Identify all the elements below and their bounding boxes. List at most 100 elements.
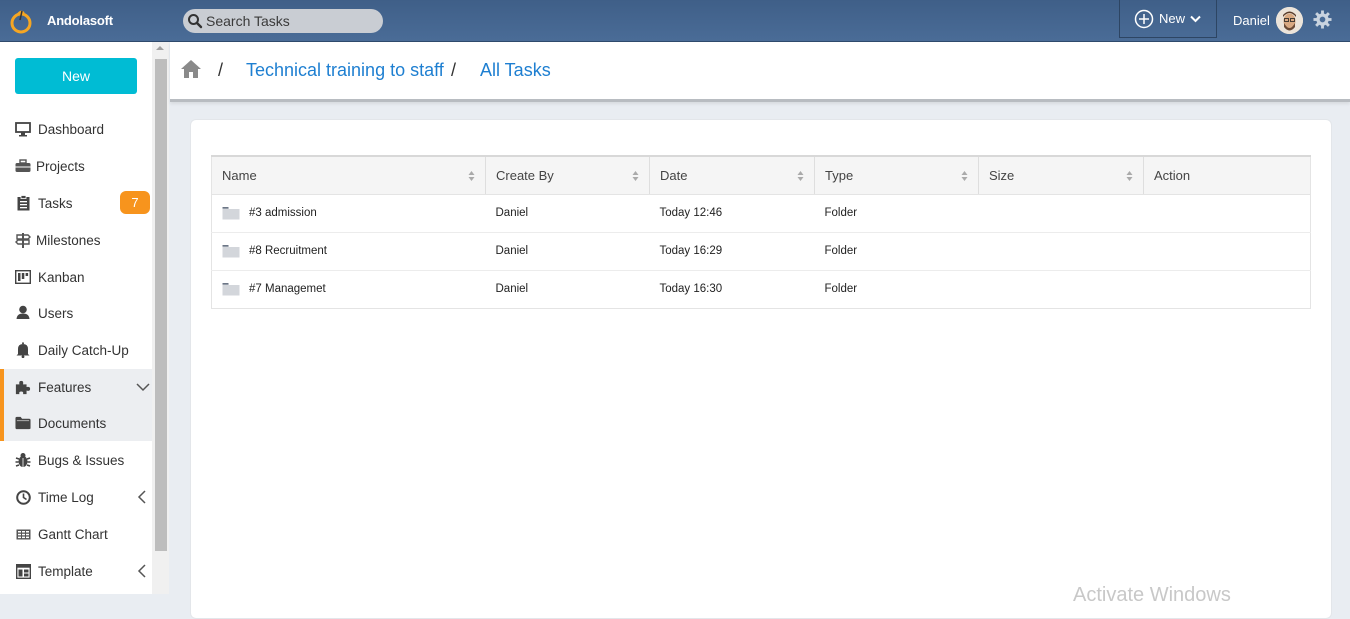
chevron-left-icon[interactable] [136,564,148,578]
cell-size [978,232,1144,271]
scroll-up-arrow-icon[interactable] [156,46,164,50]
column-label: Name [222,167,257,183]
search-box[interactable] [183,9,383,33]
sidebar-item-label: Kanban [38,269,85,285]
column-label: Action [1154,167,1191,183]
chevron-left-icon[interactable] [136,490,148,504]
kanban-icon [15,269,31,285]
template-icon [15,563,31,579]
home-icon[interactable] [180,59,202,79]
cell-size [979,270,1144,308]
folder-icon [222,283,240,296]
cell-date: Today 16:30 [659,283,723,295]
sidebar-item-dashboard[interactable]: Dashboard [0,111,152,147]
sidebar-item-label: Projects [36,158,85,174]
new-dropdown-button[interactable]: New [1119,0,1217,38]
column-header-type[interactable]: Type [814,156,979,195]
sidebar-item-bugs-issues[interactable]: Bugs & Issues [0,442,152,478]
breadcrumb: / Technical training to staff / All Task… [170,42,1350,102]
breadcrumb-project-link[interactable]: Technical training to staff [246,60,444,81]
sidebar-item-label: Dashboard [38,121,105,137]
sidebar-scrollbar[interactable] [152,42,169,594]
chevron-down-icon [1190,15,1201,22]
folder-icon [222,245,240,258]
column-header-size[interactable]: Size [978,156,1144,195]
sort-icon [797,171,804,181]
new-button[interactable]: New [15,58,137,94]
sidebar-item-template[interactable]: Template [0,553,152,589]
search-input[interactable] [206,13,376,29]
column-header-name[interactable]: Name [211,156,486,195]
sidebar-item-label: Time Log [38,489,94,505]
column-header-create-by[interactable]: Create By [485,156,650,195]
sidebar-item-gantt-chart[interactable]: Gantt Chart [0,516,152,552]
activate-windows-watermark: Activate Windows [1073,584,1231,606]
folder-name[interactable]: #3 admission [249,207,317,219]
search-icon [188,14,203,29]
gear-icon[interactable] [1313,10,1332,29]
brand-name[interactable]: Andolasoft [47,13,113,28]
cell-name[interactable]: #8 Recruitment [211,232,486,271]
sidebar-item-features[interactable]: Features [0,369,152,405]
folder-name[interactable]: #7 Managemet [249,283,326,295]
cell-date: Today 16:29 [649,232,815,271]
sidebar-item-projects[interactable]: Projects [0,148,152,184]
monitor-icon [15,121,31,137]
cell-name[interactable]: #3 admission [211,194,486,233]
tasks-count-badge: 7 [120,191,150,214]
sidebar-item-label: Bugs & Issues [38,452,125,468]
sidebar-item-users[interactable]: Users [0,295,152,331]
breadcrumb-all-tasks-link[interactable]: All Tasks [480,60,551,81]
column-header-action: Action [1143,156,1311,195]
sidebar-item-label: Users [38,305,74,321]
andolasoft-logo-icon[interactable] [8,8,34,34]
avatar[interactable] [1276,7,1303,34]
scrollbar-thumb[interactable] [155,59,167,551]
user-avatar-icon [1276,7,1303,34]
sidebar-item-kanban[interactable]: Kanban [0,259,152,295]
bug-icon [15,452,31,468]
cell-type: Folder [814,194,979,233]
sidebar-item-time-log[interactable]: Time Log [0,479,152,515]
user-name[interactable]: Daniel [1233,13,1270,28]
sidebar-item-documents[interactable]: Documents [0,405,152,441]
cell-action [1144,270,1311,308]
folder-icon [222,207,240,220]
sidebar-item-label: Daily Catch-Up [38,342,129,358]
sidebar-item-label: Milestones [36,232,101,248]
chevron-down-icon[interactable] [136,382,150,392]
column-header-date[interactable]: Date [649,156,815,195]
sidebar: New Dashboard Projects Tasks 7 Milestone… [0,42,152,594]
clipboard-icon [15,195,31,211]
cell-date: Today 12:46 [649,194,815,233]
documents-card: Name Create By Date Type Size Action #3 … [190,119,1332,619]
briefcase-icon [15,158,31,174]
column-label: Size [989,167,1015,183]
cell-action [1143,232,1311,271]
sidebar-item-milestones[interactable]: Milestones [0,222,152,258]
cell-created-by: Daniel [485,194,650,233]
folder-name[interactable]: #8 Recruitment [249,245,327,257]
cell-name[interactable]: #7 Managemet [212,270,486,308]
cell-action [1143,194,1311,233]
cell-created-by: Daniel [495,283,529,295]
breadcrumb-separator: / [451,60,457,80]
top-navbar: Andolasoft New Daniel [0,0,1350,42]
table-row[interactable]: #7 Managemet Daniel Today 16:30 Folder [212,270,1311,308]
column-label: Create By [496,167,554,183]
documents-table: Name Create By Date Type Size Action #3 … [211,155,1311,309]
sort-icon [961,171,968,181]
table-row[interactable]: #3 admission Daniel Today 12:46 Folder [211,194,1311,233]
sidebar-item-tasks[interactable]: Tasks 7 [0,185,152,221]
sort-icon [1126,171,1133,181]
sidebar-item-daily-catch-up[interactable]: Daily Catch-Up [0,332,152,368]
table-row[interactable]: #8 Recruitment Daniel Today 16:29 Folder [211,232,1311,271]
sort-icon [468,171,475,181]
sidebar-item-label: Documents [38,415,107,431]
sort-icon [632,171,639,181]
breadcrumb-separator: / [218,60,224,80]
cell-created-by: Daniel [485,232,650,271]
user-icon [15,305,31,321]
table-header-row: Name Create By Date Type Size Action [211,156,1311,195]
column-label: Type [825,167,854,183]
